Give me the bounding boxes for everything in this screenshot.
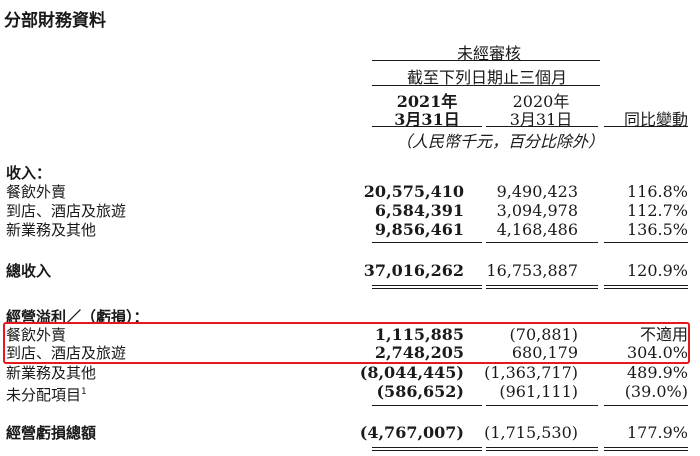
op-total-rule-col2-double: [486, 450, 598, 451]
subtotal-rule-col3: [604, 242, 688, 243]
value-2020: 3,094,978: [496, 201, 578, 220]
row-label: 到店、酒店及旅遊: [6, 344, 127, 362]
total-rule-col2-double: [486, 288, 598, 289]
value-2020: (1,715,530): [484, 423, 578, 442]
op-subtotal-rule-col2: [486, 405, 598, 406]
table-row: 未分配項目1 (586,652) (961,111) (39.0%): [0, 382, 700, 405]
total-rule-col2: [486, 285, 598, 286]
total-op-row: 經營虧損總額 (4,767,007) (1,715,530) 177.9%: [0, 423, 700, 443]
value-2020: 680,179: [511, 343, 578, 362]
value-2021: (8,044,445): [359, 363, 464, 382]
table-row: 新業務及其他 9,856,461 4,168,486 136.5%: [0, 220, 700, 240]
value-2020: (961,111): [499, 382, 578, 401]
footnote-marker: 1: [81, 387, 87, 397]
value-2021: (586,652): [376, 382, 464, 401]
row-label: 餐飲外賣: [6, 326, 67, 344]
row-label-text: 未分配項目: [6, 386, 82, 404]
section-title: 分部財務資料: [4, 11, 106, 31]
value-change: 116.8%: [626, 182, 688, 201]
value-change: 120.9%: [626, 261, 688, 280]
total-rule-col3: [604, 285, 688, 286]
value-change: 136.5%: [626, 220, 688, 239]
row-label: 未分配項目1: [6, 383, 87, 404]
value-change: 489.9%: [626, 363, 688, 382]
table-row: 餐飲外賣 20,575,410 9,490,423 116.8%: [0, 182, 700, 202]
row-label: 餐飲外賣: [6, 183, 67, 201]
header-units: （人民幣千元，百分比除外）: [396, 132, 605, 151]
subtotal-rule-col1: [372, 242, 482, 243]
header-rule-col1: [372, 126, 482, 127]
value-2021: 9,856,461: [374, 220, 464, 239]
op-total-rule-col1: [372, 447, 482, 448]
op-total-rule-col3: [604, 447, 688, 448]
row-label: 總收入: [6, 262, 52, 280]
op-subtotal-rule-col1: [372, 405, 482, 406]
total-rule-col1: [372, 285, 482, 286]
header-rule-col3: [604, 126, 688, 127]
value-2020: 16,753,887: [486, 261, 578, 280]
table-row: 餐飲外賣 1,115,885 (70,881) 不適用: [0, 325, 700, 345]
header-rule-col2: [486, 126, 598, 127]
value-2021: 2,748,205: [374, 343, 464, 362]
op-total-rule-col2: [486, 447, 598, 448]
header-rule-1: [372, 60, 600, 61]
value-change: 177.9%: [626, 423, 688, 442]
revenue-title: 收入：: [6, 164, 52, 182]
value-2021: 6,584,391: [374, 201, 464, 220]
value-2020: (70,881): [509, 325, 578, 344]
row-label: 新業務及其他: [6, 221, 97, 239]
value-2020: (1,363,717): [484, 363, 578, 382]
table-row: 到店、酒店及旅遊 2,748,205 680,179 304.0%: [0, 343, 700, 363]
value-2020: 9,490,423: [496, 182, 578, 201]
op-total-rule-col1-double: [372, 450, 482, 451]
op-subtotal-rule-col3: [604, 405, 688, 406]
subtotal-rule-col2: [486, 242, 598, 243]
value-change: 304.0%: [626, 343, 688, 362]
op-total-rule-col3-double: [604, 450, 688, 451]
value-2021: (4,767,007): [359, 423, 464, 442]
value-change: 112.7%: [626, 201, 688, 220]
value-change: (39.0%): [624, 382, 688, 401]
header-rule-2: [372, 85, 600, 86]
row-label: 經營虧損總額: [6, 424, 97, 442]
row-label: 新業務及其他: [6, 364, 97, 382]
value-2021: 20,575,410: [363, 182, 464, 201]
total-revenue-row: 總收入 37,016,262 16,753,887 120.9%: [0, 261, 700, 281]
value-2020: 4,168,486: [496, 220, 578, 239]
value-change: 不適用: [639, 325, 688, 344]
total-rule-col1-double: [372, 288, 482, 289]
value-2021: 1,115,885: [374, 325, 464, 344]
value-2021: 37,016,262: [363, 261, 464, 280]
table-row: 新業務及其他 (8,044,445) (1,363,717) 489.9%: [0, 363, 700, 383]
total-rule-col3-double: [604, 288, 688, 289]
row-label: 到店、酒店及旅遊: [6, 202, 127, 220]
revenue-title-row: 收入：: [0, 164, 700, 182]
table-row: 到店、酒店及旅遊 6,584,391 3,094,978 112.7%: [0, 201, 700, 221]
